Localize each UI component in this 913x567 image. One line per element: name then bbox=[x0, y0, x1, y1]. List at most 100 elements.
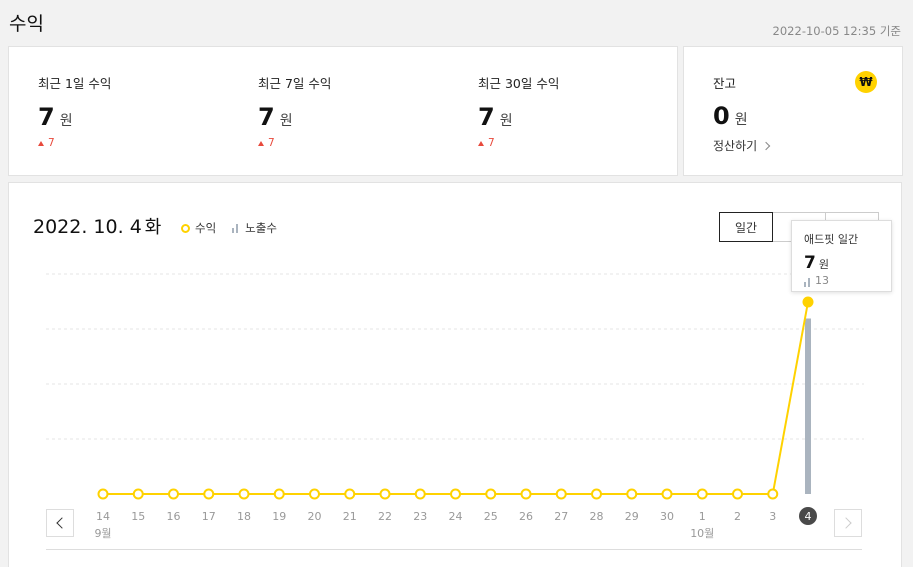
stat-label: 최근 7일 수익 bbox=[258, 76, 332, 91]
revenue-point bbox=[273, 488, 285, 500]
settle-link[interactable]: 정산하기 bbox=[713, 137, 771, 154]
x-tick-label: 4 bbox=[805, 510, 812, 523]
x-tick-label: 28 bbox=[590, 510, 604, 523]
revenue-point bbox=[661, 488, 673, 500]
revenue-point bbox=[344, 488, 356, 500]
stat-unit: 원 bbox=[499, 113, 513, 129]
stat-value: 7 bbox=[38, 103, 55, 131]
tooltip-unit: 원 bbox=[818, 258, 829, 271]
chevron-right-icon bbox=[761, 141, 771, 150]
impressions-bar bbox=[805, 318, 811, 494]
x-tick-label: 26 bbox=[519, 510, 533, 523]
stat-unit: 원 bbox=[279, 113, 293, 129]
x-tick-label: 1 bbox=[699, 510, 706, 523]
chart-weekday: 화 bbox=[144, 217, 162, 238]
revenue-point bbox=[767, 488, 779, 500]
stat-label: 최근 30일 수익 bbox=[478, 76, 560, 91]
stat-delta-value: 7 bbox=[268, 137, 275, 149]
arrow-up-icon bbox=[38, 140, 44, 146]
revenue-point bbox=[238, 488, 250, 500]
x-tick-label: 25 bbox=[484, 510, 498, 523]
revenue-chart-card: 14 15 16 17 18 19 20 21 22 23 24 25 26 27 28 29 30 1 2 3 4 9월… bbox=[8, 182, 902, 567]
balance-value: 0 bbox=[713, 102, 730, 130]
revenue-point bbox=[696, 488, 708, 500]
tooltip-value: 7 bbox=[804, 253, 816, 273]
prev-period-button[interactable] bbox=[46, 509, 74, 537]
chevron-right-icon bbox=[840, 517, 852, 529]
revenue-point bbox=[414, 488, 426, 500]
x-month-label: 10월 bbox=[690, 527, 714, 540]
stat-value: 7 bbox=[478, 103, 495, 131]
revenue-point bbox=[555, 488, 567, 500]
revenue-point bbox=[626, 488, 638, 500]
balance-unit: 원 bbox=[734, 112, 748, 128]
revenue-point bbox=[450, 488, 461, 500]
impressions-icon bbox=[804, 278, 812, 287]
arrow-up-icon bbox=[478, 140, 484, 146]
x-tick-label: 2 bbox=[734, 510, 741, 523]
timestamp: 2022-10-05 12:35 기준 bbox=[772, 24, 901, 38]
x-tick-label: 27 bbox=[554, 510, 568, 523]
revenue-point bbox=[168, 488, 179, 500]
x-tick-label: 30 bbox=[660, 510, 674, 523]
x-tick-label: 21 bbox=[343, 510, 357, 523]
x-tick-label: 19 bbox=[272, 510, 286, 523]
revenue-point bbox=[309, 488, 320, 500]
arrow-up-icon bbox=[258, 140, 264, 146]
stat-delta-value: 7 bbox=[48, 137, 55, 149]
revenue-point bbox=[591, 488, 602, 500]
x-tick-label: 22 bbox=[378, 510, 392, 523]
tooltip-impressions: 13 bbox=[804, 274, 891, 287]
x-tick-label: 3 bbox=[769, 510, 776, 523]
revenue-point bbox=[203, 488, 215, 500]
chevron-left-icon bbox=[56, 517, 68, 529]
x-tick-label: 23 bbox=[413, 510, 427, 523]
stat-recent-1-day: 최근 1일 수익 7 원 7 bbox=[38, 73, 111, 149]
x-tick-label: 15 bbox=[131, 510, 145, 523]
revenue-summary-card: 최근 1일 수익 7 원 7 최근 7일 수익 7 원 7 최근 30일 수익 … bbox=[8, 46, 678, 176]
x-tick-label: 18 bbox=[237, 510, 251, 523]
stat-label: 최근 1일 수익 bbox=[38, 76, 112, 91]
stat-value: 7 bbox=[258, 103, 275, 131]
revenue-point bbox=[802, 296, 814, 308]
stat-delta: 7 bbox=[258, 137, 331, 149]
legend-revenue-marker bbox=[181, 223, 190, 233]
x-tick-label: 24 bbox=[449, 510, 463, 523]
revenue-point bbox=[485, 488, 497, 500]
next-period-button[interactable] bbox=[834, 509, 862, 537]
chart-legend: 수익 노출수 bbox=[181, 220, 277, 236]
revenue-line bbox=[103, 301, 809, 495]
x-tick-label: 16 bbox=[167, 510, 181, 523]
page-title: 수익 bbox=[9, 13, 44, 35]
x-month-label: 9월 bbox=[94, 527, 111, 540]
revenue-point bbox=[732, 488, 743, 500]
stat-delta: 7 bbox=[38, 137, 111, 149]
stat-unit: 원 bbox=[59, 113, 73, 129]
stat-delta: 7 bbox=[478, 137, 559, 149]
chart-date: 2022. 10. 4화 bbox=[33, 213, 161, 239]
stat-delta-value: 7 bbox=[488, 137, 495, 149]
settle-link-label: 정산하기 bbox=[713, 139, 758, 153]
balance-label: 잔고 bbox=[713, 76, 737, 91]
revenue-point bbox=[97, 488, 109, 500]
x-tick-label: 29 bbox=[625, 510, 639, 523]
chart-date-text: 2022. 10. 4 bbox=[33, 216, 142, 238]
chart-bottom-rule bbox=[46, 549, 862, 550]
tooltip-title: 애드핏 일간 bbox=[804, 233, 859, 246]
revenue-point bbox=[132, 488, 144, 500]
revenue-point bbox=[379, 488, 391, 500]
stat-recent-7-days: 최근 7일 수익 7 원 7 bbox=[258, 73, 331, 149]
x-tick-label: 14 bbox=[96, 510, 110, 523]
tooltip-impressions-value: 13 bbox=[815, 274, 829, 287]
won-coin-icon: ₩ bbox=[855, 71, 877, 93]
legend-impressions-marker bbox=[232, 223, 240, 233]
legend-impressions-label: 노출수 bbox=[245, 221, 277, 235]
legend-revenue-label: 수익 bbox=[195, 221, 217, 235]
stat-recent-30-days: 최근 30일 수익 7 원 7 bbox=[478, 73, 559, 149]
x-tick-label: 17 bbox=[202, 510, 216, 523]
tab-daily[interactable]: 일간 bbox=[719, 212, 773, 242]
x-tick-label: 20 bbox=[308, 510, 322, 523]
revenue-point bbox=[520, 488, 532, 500]
balance-card: 잔고 ₩ 0 원 정산하기 bbox=[683, 46, 903, 176]
chart-tooltip: 애드핏 일간 7 원 13 bbox=[791, 220, 892, 292]
